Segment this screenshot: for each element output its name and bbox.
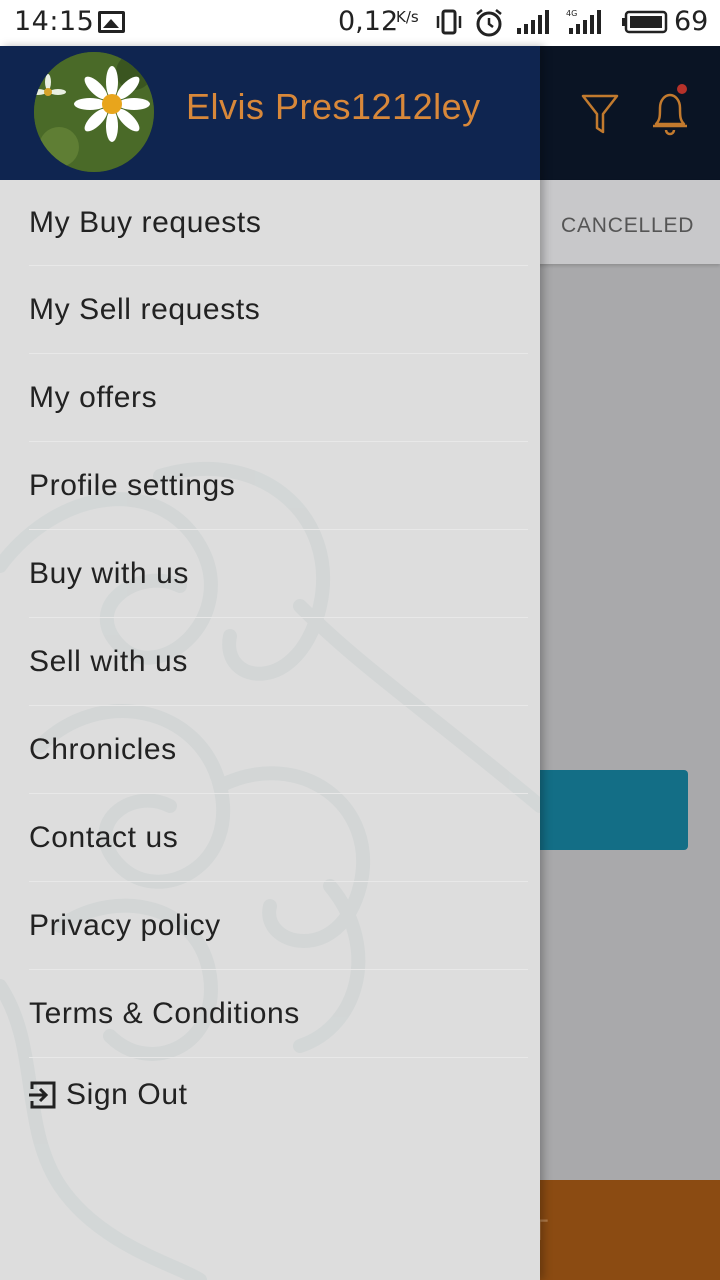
action-button[interactable] [520,770,688,850]
alarm-icon [476,9,502,37]
image-icon [98,11,125,33]
vibrate-icon [436,9,462,35]
user-name: Elvis Pres1212ley [186,86,481,127]
menu-item-privacy-policy[interactable]: Privacy policy [0,882,540,970]
sign-out-label: Sign Out [66,1078,188,1111]
sign-out-button[interactable]: Sign Out [28,1078,188,1112]
svg-text:4G: 4G [566,9,577,18]
menu-item-chronicles[interactable]: Chronicles [0,706,540,794]
network-speed: 0,12 [338,6,399,37]
battery-percentage: 69 [674,6,709,37]
drawer-menu: My Buy requests My Sell requests My offe… [0,180,540,1058]
tab-cancelled[interactable]: CANCELLED [561,214,694,238]
status-bar: 14:15 0,12 K/s 4G 69 [0,0,720,46]
daisy-flower-avatar [34,52,154,172]
network-speed-unit: K/s [396,8,419,26]
user-avatar[interactable] [34,52,154,172]
notifications-bell-icon[interactable] [648,86,692,136]
sign-out-icon [29,1081,56,1109]
drawer-header: Elvis Pres1212ley [0,46,540,180]
menu-item-my-offers[interactable]: My offers [0,354,540,442]
notification-badge [677,84,687,94]
filter-icon[interactable] [580,92,620,136]
battery-icon [622,10,668,34]
menu-item-label: Buy with us [29,557,189,590]
menu-item-my-sell-requests[interactable]: My Sell requests [0,266,540,354]
signal-4g-icon: 4G [566,9,601,34]
menu-item-label: Privacy policy [29,909,221,942]
menu-item-label: My Sell requests [29,293,261,326]
menu-item-profile-settings[interactable]: Profile settings [0,442,540,530]
navigation-drawer: Elvis Pres1212ley My Buy requests My Sel… [0,46,540,1280]
menu-item-contact-us[interactable]: Contact us [0,794,540,882]
menu-item-buy-with-us[interactable]: Buy with us [0,530,540,618]
menu-item-label: Profile settings [29,469,236,502]
menu-item-label: My Buy requests [29,206,262,239]
menu-item-my-buy-requests[interactable]: My Buy requests [0,180,540,266]
menu-item-sell-with-us[interactable]: Sell with us [0,618,540,706]
menu-item-label: My offers [29,381,158,414]
menu-item-label: Terms & Conditions [29,997,300,1030]
menu-item-label: Contact us [29,821,179,854]
status-time: 14:15 [14,6,95,37]
signal-icon [517,10,549,34]
menu-item-label: Chronicles [29,733,177,766]
menu-item-label: Sell with us [29,645,188,678]
menu-item-terms-conditions[interactable]: Terms & Conditions [0,970,540,1058]
